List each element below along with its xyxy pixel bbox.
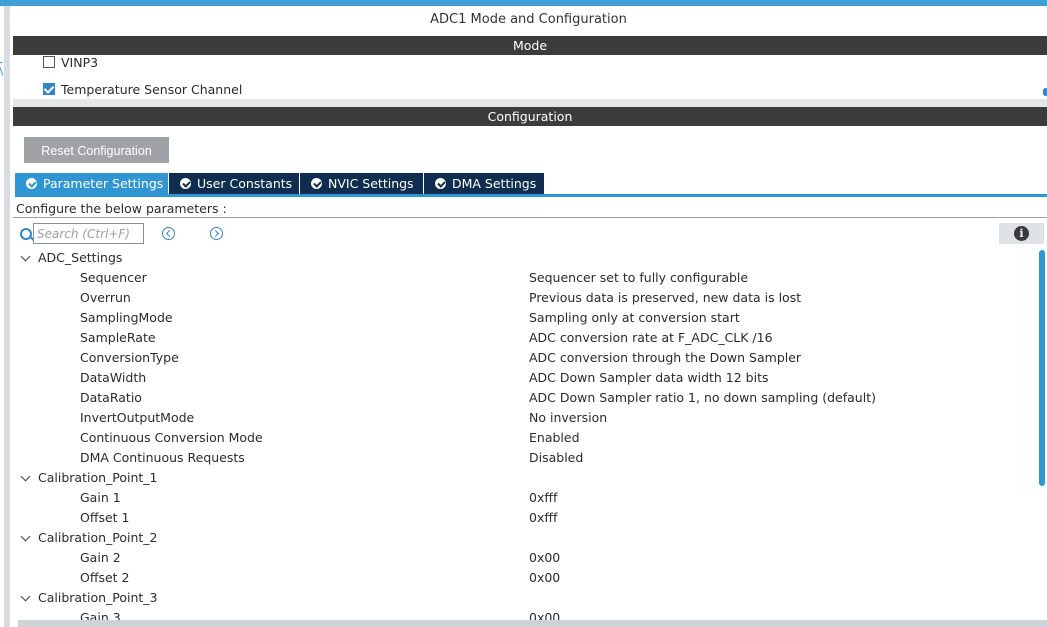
parameter-row[interactable]: SamplingMode Sampling only at conversion … (13, 308, 1037, 328)
parameter-value[interactable]: Enabled (529, 428, 580, 448)
left-splitter[interactable] (0, 6, 10, 627)
parameter-row[interactable]: Continuous Conversion Mode Enabled (13, 428, 1037, 448)
mode-list: VINP3 Temperature Sensor Channel (13, 55, 1047, 100)
info-button[interactable]: i (999, 223, 1044, 244)
tree-group-row[interactable]: Calibration_Point_3 (13, 588, 1037, 608)
parameter-name: SampleRate (80, 330, 156, 345)
tree-group-label: Calibration_Point_3 (38, 590, 158, 605)
parameter-row[interactable]: DataWidth ADC Down Sampler data width 12 … (13, 368, 1037, 388)
parameter-value[interactable]: ADC conversion through the Down Sampler (529, 348, 801, 368)
parameter-value[interactable]: ADC Down Sampler ratio 1, no down sampli… (529, 388, 876, 408)
parameter-value[interactable]: ADC Down Sampler data width 12 bits (529, 368, 769, 388)
parameter-row[interactable]: DMA Continuous Requests Disabled (13, 448, 1037, 468)
parameter-value[interactable]: 0x00 (529, 568, 560, 588)
tab-label: Parameter Settings (43, 176, 164, 191)
parameter-value[interactable]: 0x00 (529, 608, 560, 620)
tab-label: NVIC Settings (328, 176, 414, 191)
checkbox-checked-icon[interactable] (43, 83, 55, 95)
info-icon: i (1014, 226, 1029, 241)
previous-match-icon[interactable] (162, 227, 175, 240)
check-circle-icon (180, 178, 191, 189)
parameter-row[interactable]: Offset 2 0x00 (13, 568, 1037, 588)
parameter-row[interactable]: Gain 1 0xfff (13, 488, 1037, 508)
parameter-value[interactable]: Disabled (529, 448, 583, 468)
parameter-value[interactable]: Previous data is preserved, new data is … (529, 288, 801, 308)
parameter-row[interactable]: ConversionType ADC conversion through the… (13, 348, 1037, 368)
parameter-value[interactable]: Sampling only at conversion start (529, 308, 740, 328)
tree-group-label: ADC_Settings (38, 250, 123, 265)
parameter-value[interactable]: 0x00 (529, 548, 560, 568)
chevron-down-icon[interactable] (20, 531, 31, 542)
mode-splitter[interactable] (13, 99, 1047, 107)
parameter-tree: ADC_Settings Sequencer Sequencer set to fu… (13, 248, 1037, 620)
tab-underline (15, 194, 1047, 197)
parameter-value[interactable]: ADC conversion rate at F_ADC_CLK /16 (529, 328, 773, 348)
tree-group-row[interactable]: Calibration_Point_2 (13, 528, 1037, 548)
mode-item-label: VINP3 (61, 55, 99, 70)
reset-configuration-button[interactable]: Reset Configuration (24, 137, 169, 163)
tree-group-label: Calibration_Point_1 (38, 470, 158, 485)
tree-group-label: Calibration_Point_2 (38, 530, 158, 545)
parameter-value[interactable]: Sequencer set to fully configurable (529, 268, 748, 288)
check-circle-icon (435, 178, 446, 189)
tab-label: User Constants (197, 176, 293, 191)
check-circle-icon (311, 178, 322, 189)
tab-nvic-settings[interactable]: NVIC Settings (300, 173, 423, 194)
chevron-down-icon[interactable] (20, 251, 31, 262)
parameter-name: Gain 1 (80, 490, 121, 505)
search-icon (20, 228, 32, 240)
parameter-value[interactable]: 0xfff (529, 488, 557, 508)
parameter-name: ConversionType (80, 350, 179, 365)
parameter-value[interactable]: 0xfff (529, 508, 557, 528)
chevron-down-icon[interactable] (20, 471, 31, 482)
parameter-row[interactable]: Gain 2 0x00 (13, 548, 1037, 568)
parameter-name: Gain 2 (80, 550, 121, 565)
parameter-name: Gain 3 (80, 610, 121, 620)
tab-dma-settings[interactable]: DMA Settings (424, 173, 544, 194)
parameter-name: Offset 1 (80, 510, 130, 525)
tab-user-constants[interactable]: User Constants (169, 173, 299, 194)
tree-group-row[interactable]: Calibration_Point_1 (13, 468, 1037, 488)
parameter-row[interactable]: InvertOutputMode No inversion (13, 408, 1037, 428)
tree-group-row[interactable]: ADC_Settings (13, 248, 1037, 268)
tab-parameter-settings[interactable]: Parameter Settings (15, 173, 168, 194)
page-title: ADC1 Mode and Configuration (430, 12, 627, 27)
parameter-value[interactable]: No inversion (529, 408, 607, 428)
next-match-icon[interactable] (210, 227, 223, 240)
parameter-row[interactable]: DataRatio ADC Down Sampler ratio 1, no do… (13, 388, 1037, 408)
parameter-row[interactable]: Sequencer Sequencer set to fully configur… (13, 268, 1037, 288)
instructions-text: Configure the below parameters : (13, 199, 1047, 218)
mode-item-vinp3[interactable]: VINP3 (43, 55, 98, 71)
parameter-name: Continuous Conversion Mode (80, 430, 263, 445)
chevron-down-icon[interactable] (20, 591, 31, 602)
mode-scrollbar-thumb[interactable] (1043, 88, 1047, 96)
check-circle-icon (26, 178, 37, 189)
parameter-name: DMA Continuous Requests (80, 450, 245, 465)
parameter-row[interactable]: Overrun Previous data is preserved, new d… (13, 288, 1037, 308)
tab-label: DMA Settings (452, 176, 537, 191)
parameter-row[interactable]: SampleRate ADC conversion rate at F_ADC_C… (13, 328, 1037, 348)
parameter-name: Overrun (80, 290, 131, 305)
parameter-name: SamplingMode (80, 310, 173, 325)
parameter-name: DataRatio (80, 390, 142, 405)
vertical-scrollbar-thumb[interactable] (1039, 250, 1045, 486)
checkbox-icon[interactable] (43, 56, 55, 68)
parameter-name: DataWidth (80, 370, 147, 385)
parameter-row[interactable]: Offset 1 0xfff (13, 508, 1037, 528)
parameter-name: InvertOutputMode (80, 410, 195, 425)
parameter-name: Offset 2 (80, 570, 130, 585)
parameter-row[interactable]: Gain 3 0x00 (13, 608, 1037, 620)
mode-section-header: Mode (13, 36, 1047, 55)
configuration-section-header: Configuration (13, 107, 1047, 126)
mode-item-label: Temperature Sensor Channel (61, 82, 243, 97)
horizontal-scrollbar[interactable] (18, 620, 1047, 627)
mode-item-temperature-sensor[interactable]: Temperature Sensor Channel (43, 82, 242, 98)
parameter-name: Sequencer (80, 270, 147, 285)
search-input[interactable] (33, 223, 144, 244)
